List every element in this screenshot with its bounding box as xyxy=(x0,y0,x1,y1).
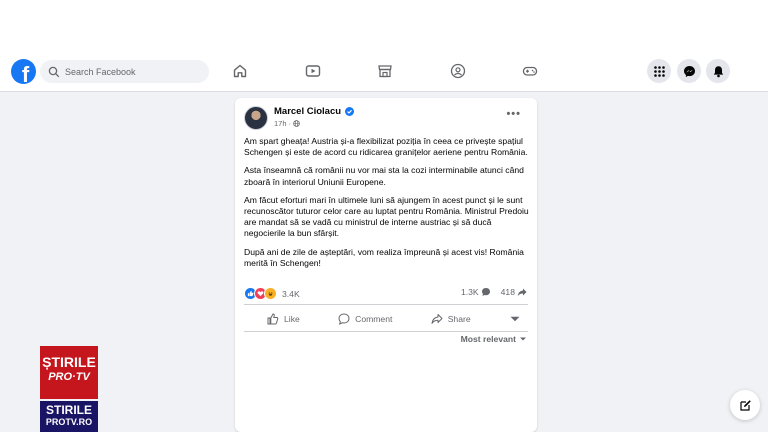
facebook-logo[interactable]: f xyxy=(11,59,36,84)
post-paragraph: Am spart gheața! Austria și-a flexibiliz… xyxy=(244,136,528,158)
reactions-summary[interactable]: 3.4K xyxy=(244,287,300,300)
compose-icon xyxy=(739,399,751,411)
globe-icon xyxy=(293,120,300,127)
share-icon xyxy=(431,314,443,324)
comments-stat[interactable]: 1.3K xyxy=(461,287,491,297)
post-paragraph: Am făcut eforturi mari în ultimele luni … xyxy=(244,194,529,239)
logo-line-1: ȘTIRILE xyxy=(42,354,96,370)
post-time[interactable]: 17h xyxy=(274,119,287,128)
comment-bubble-icon xyxy=(481,288,490,296)
comment-button[interactable]: Comment xyxy=(338,313,392,325)
comments-count: 1.3K xyxy=(460,287,479,297)
post-paragraph: După ani de zile de așteptări, vom reali… xyxy=(244,246,524,268)
search-placeholder: Search Facebook xyxy=(65,66,136,77)
facebook-navbar: f Search Facebook xyxy=(0,50,768,92)
search-bar[interactable]: Search Facebook xyxy=(40,60,209,83)
post-actions: Like Comment Share xyxy=(244,309,528,329)
stirile-protv-logo: ȘTIRILE PRO·TV xyxy=(40,346,98,399)
notifications-icon[interactable] xyxy=(706,59,730,83)
comment-sort-dropdown[interactable]: Most relevant xyxy=(461,334,527,344)
logo-line-4: PROTV.RO xyxy=(45,417,93,427)
avatar[interactable] xyxy=(244,106,268,130)
video-icon[interactable] xyxy=(305,63,321,79)
post-text: Am spart gheața! Austria și-a flexibiliz… xyxy=(244,136,530,276)
verified-badge-icon xyxy=(345,107,355,116)
divider xyxy=(244,331,528,332)
like-button[interactable]: Like xyxy=(267,313,300,325)
caret-down-icon xyxy=(510,316,520,322)
groups-icon[interactable] xyxy=(450,63,466,79)
comment-icon xyxy=(338,313,350,325)
like-label: Like xyxy=(284,314,300,324)
more-options-icon[interactable]: ••• xyxy=(506,108,521,120)
reactions-count: 3.4K xyxy=(282,288,300,299)
menu-grid-icon[interactable] xyxy=(647,59,671,83)
share-label: Share xyxy=(447,314,471,324)
marketplace-icon[interactable] xyxy=(377,63,393,79)
share-options-dropdown[interactable] xyxy=(509,313,526,325)
haha-reaction-icon xyxy=(264,287,277,300)
post-author[interactable]: Marcel Ciolacu xyxy=(274,106,355,117)
gaming-icon[interactable] xyxy=(522,63,538,79)
post-meta: 17h · xyxy=(274,119,300,128)
home-icon[interactable] xyxy=(232,63,248,79)
divider xyxy=(244,304,528,305)
share-arrow-icon xyxy=(517,288,527,296)
shares-stat[interactable]: 418 xyxy=(501,287,527,297)
share-button[interactable]: Share xyxy=(431,313,471,325)
logo-line-2: PRO·TV xyxy=(48,371,90,383)
stirile-protv-ro-logo: STIRILE PROTV.RO xyxy=(40,401,98,432)
post-card: Marcel Ciolacu 17h · ••• Am spart gheața… xyxy=(235,98,537,432)
thumbs-up-icon xyxy=(267,313,279,325)
new-message-button[interactable] xyxy=(730,390,760,420)
caret-down-icon xyxy=(520,337,526,341)
logo-line-3: STIRILE xyxy=(45,403,92,417)
search-icon xyxy=(48,66,60,77)
post-stats: 1.3K 418 xyxy=(451,287,527,297)
comment-label: Comment xyxy=(355,314,393,324)
shares-count: 418 xyxy=(500,287,515,297)
sort-label: Most relevant xyxy=(460,334,516,344)
messenger-icon[interactable] xyxy=(677,59,701,83)
post-paragraph: Asta înseamnă că românii nu vor mai sta … xyxy=(244,165,524,187)
top-blank-area xyxy=(0,0,768,50)
